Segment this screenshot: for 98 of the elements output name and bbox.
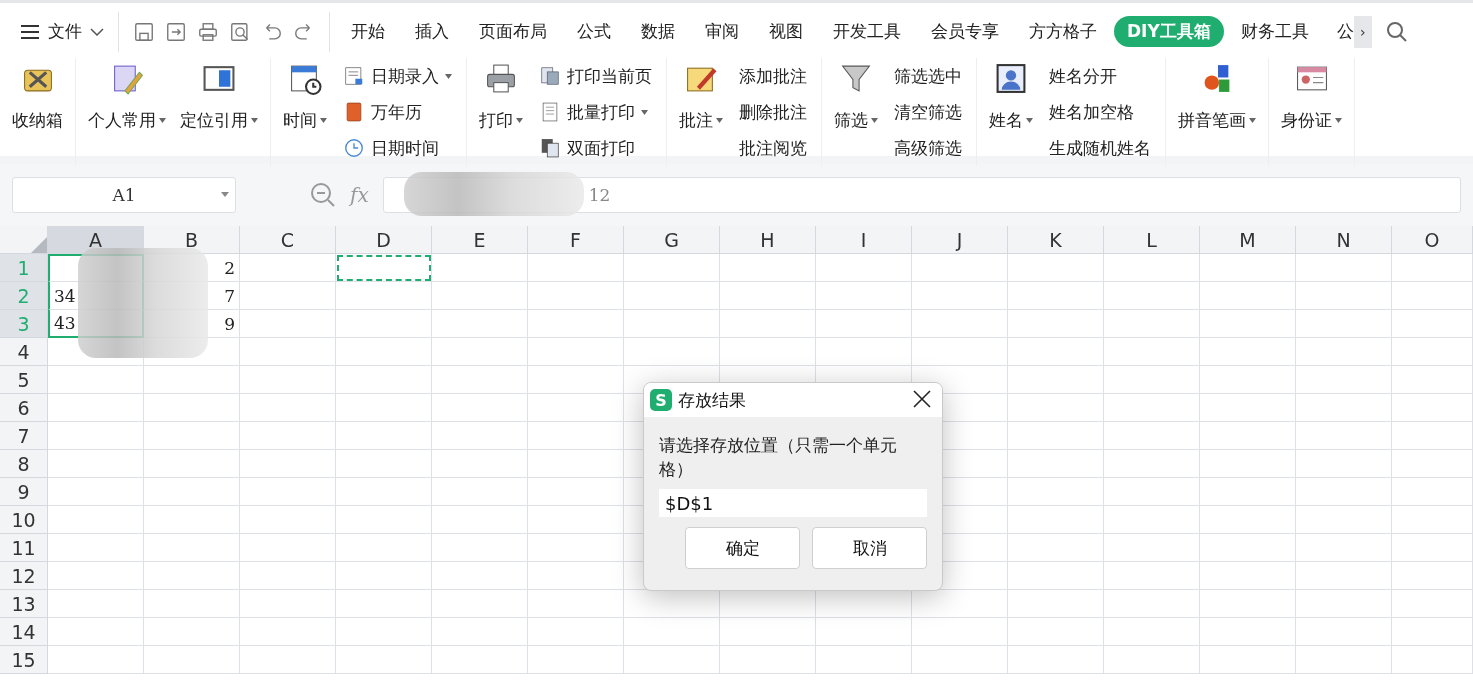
- clock-icon: [343, 137, 365, 159]
- dialog-message: 请选择存放位置（只需一个单元格）: [659, 434, 898, 481]
- preview-icon: [229, 20, 251, 43]
- row-header[interactable]: 10: [0, 506, 48, 534]
- column-header[interactable]: M: [1200, 226, 1296, 254]
- row-header[interactable]: 6: [0, 394, 48, 422]
- book-icon: [343, 101, 365, 123]
- ribbon-tab[interactable]: 方方格子: [1016, 16, 1110, 47]
- zoom-icon[interactable]: [310, 182, 336, 208]
- ribbon-button[interactable]: 万年历: [339, 94, 456, 130]
- ribbon-button[interactable]: 个人常用: [86, 58, 168, 136]
- dropdown-caret-icon: [445, 73, 452, 79]
- dropdown-caret-icon: [159, 118, 166, 123]
- ribbon-button[interactable]: 姓名加空格: [1045, 94, 1155, 130]
- column-header[interactable]: J: [912, 226, 1008, 254]
- column-header[interactable]: D: [336, 226, 432, 254]
- save-icon: [133, 20, 155, 43]
- file-menu[interactable]: 文件: [12, 16, 112, 47]
- app-logo: S: [650, 389, 672, 411]
- ribbon-button[interactable]: 身份证: [1279, 58, 1344, 136]
- row-header[interactable]: 4: [0, 338, 48, 366]
- ribbon-tab[interactable]: 页面布局: [466, 16, 560, 47]
- ribbon-button[interactable]: 清空筛选: [890, 94, 966, 130]
- dropdown-caret-icon: [1026, 118, 1033, 123]
- column-header[interactable]: G: [624, 226, 720, 254]
- pages-icon: [539, 65, 561, 87]
- ribbon-button[interactable]: 生成随机姓名: [1045, 130, 1155, 166]
- document-icon: [539, 101, 561, 123]
- column-header[interactable]: L: [1104, 226, 1200, 254]
- ribbon-button[interactable]: 删除批注: [735, 94, 811, 130]
- dropdown-caret-icon: [251, 118, 258, 123]
- column-header[interactable]: E: [432, 226, 528, 254]
- row-header[interactable]: 8: [0, 450, 48, 478]
- confirm-button[interactable]: 确定: [685, 527, 800, 569]
- row-header[interactable]: 14: [0, 618, 48, 646]
- ribbon-button[interactable]: 批注阅览: [735, 130, 811, 166]
- ribbon-button[interactable]: 姓名分开: [1045, 58, 1155, 94]
- ribbon-button[interactable]: 筛选选中: [890, 58, 966, 94]
- row-header[interactable]: 9: [0, 478, 48, 506]
- column-header[interactable]: H: [720, 226, 816, 254]
- ribbon-tab[interactable]: 会员专享: [918, 16, 1012, 47]
- row-header[interactable]: 13: [0, 590, 48, 618]
- ribbon-tab[interactable]: 财务工具: [1227, 16, 1322, 47]
- ribbon-button[interactable]: 批量打印: [535, 94, 656, 130]
- ribbon-button[interactable]: 姓名: [987, 58, 1035, 136]
- ribbon-button[interactable]: 时间: [281, 58, 329, 136]
- column-header[interactable]: C: [240, 226, 336, 254]
- dropdown-caret-icon: [320, 118, 327, 123]
- ribbon-tab[interactable]: 公式: [564, 16, 624, 47]
- ribbon-tab[interactable]: 数据: [628, 16, 688, 47]
- cell-reference-field[interactable]: $D$1: [659, 489, 927, 517]
- ribbon-tab[interactable]: 开发工具: [820, 16, 914, 47]
- dropdown-caret-icon: [1249, 118, 1256, 123]
- ribbon-button[interactable]: 打印: [477, 58, 525, 136]
- dropdown-caret-icon: [871, 118, 878, 123]
- ribbon-tab[interactable]: 审阅: [692, 16, 752, 47]
- row-header[interactable]: 11: [0, 534, 48, 562]
- funnel-icon: [838, 62, 874, 95]
- column-header[interactable]: N: [1296, 226, 1392, 254]
- column-header[interactable]: K: [1008, 226, 1104, 254]
- ribbon-tab[interactable]: 公: [1323, 16, 1354, 47]
- dropdown-caret-icon: [716, 118, 723, 123]
- export-icon: [165, 20, 187, 43]
- cancel-button[interactable]: 取消: [812, 527, 927, 569]
- ribbon-button[interactable]: 拼音笔画: [1176, 58, 1258, 136]
- ribbon-tab[interactable]: 视图: [756, 16, 816, 47]
- row-header[interactable]: 15: [0, 646, 48, 674]
- ribbon-tab[interactable]: 插入: [402, 16, 462, 47]
- ribbon-button[interactable]: 添加批注: [735, 58, 811, 94]
- print-icon: [197, 20, 219, 43]
- row-header[interactable]: 12: [0, 562, 48, 590]
- search-icon[interactable]: [1385, 20, 1408, 43]
- name-box[interactable]: A1: [12, 177, 236, 213]
- ribbon-button[interactable]: 打印当前页: [535, 58, 656, 94]
- column-header[interactable]: I: [816, 226, 912, 254]
- row-header[interactable]: 5: [0, 366, 48, 394]
- row-header[interactable]: 7: [0, 422, 48, 450]
- dropdown-caret-icon: [641, 109, 648, 115]
- chevron-down-icon: [90, 27, 104, 36]
- ribbon-button[interactable]: 日期录入: [339, 58, 456, 94]
- dropdown-caret-icon: [1335, 118, 1342, 123]
- ribbon-button[interactable]: 日期时间: [339, 130, 456, 166]
- ribbon-button[interactable]: 高级筛选: [890, 130, 966, 166]
- copy-icon: [539, 137, 561, 159]
- column-header[interactable]: O: [1392, 226, 1473, 254]
- ribbon-tab[interactable]: 开始: [338, 16, 398, 47]
- dialog-title: 存放结果: [678, 388, 747, 412]
- dropdown-caret-icon: [221, 192, 229, 197]
- tab-scroll-button[interactable]: ›: [1353, 15, 1372, 48]
- ribbon-button[interactable]: 收纳箱: [10, 58, 65, 136]
- menu-icon: [20, 23, 40, 40]
- ribbon-button[interactable]: 定位引用: [178, 58, 260, 136]
- ribbon-button[interactable]: 批注: [677, 58, 725, 136]
- column-header[interactable]: F: [528, 226, 624, 254]
- dropdown-caret-icon: [516, 118, 523, 123]
- form-icon: [343, 65, 365, 87]
- target-cell[interactable]: [336, 254, 432, 282]
- ribbon-button[interactable]: 筛选: [832, 58, 880, 136]
